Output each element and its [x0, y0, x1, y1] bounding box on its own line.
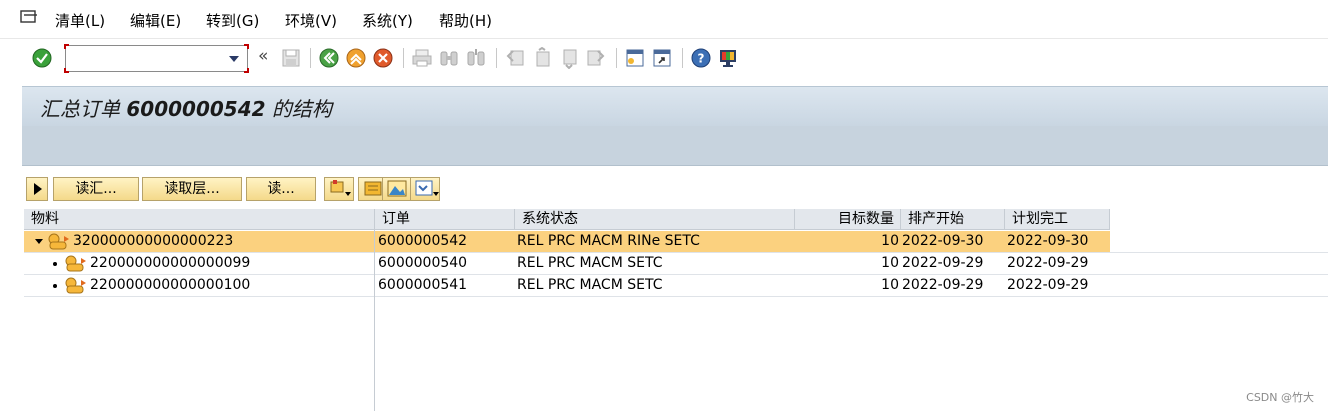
order-icon	[65, 255, 86, 272]
table-row[interactable]: 320000000000000223 6000000542 REL PRC MA…	[24, 231, 1110, 252]
table-row[interactable]: 220000000000000100 6000000541 REL PRC MA…	[24, 275, 1328, 296]
title-order-number: 6000000542	[126, 97, 266, 121]
collapse-icon[interactable]: «	[258, 46, 268, 66]
read-level-button[interactable]: 读取层...	[142, 177, 242, 201]
status-cell: REL PRC MACM RINe SETC	[517, 233, 700, 249]
material-cell: 320000000000000223	[73, 233, 234, 249]
find-next-icon[interactable]	[465, 47, 487, 69]
application-toolbar: 读汇... 读取层... 读...	[22, 172, 1328, 208]
menu-system[interactable]: 系统(Y)	[362, 10, 413, 31]
column-header-system-status[interactable]: 系统状态	[515, 209, 795, 230]
expand-button[interactable]	[26, 177, 48, 201]
order-cell: 6000000540	[378, 255, 468, 271]
finish-cell: 2022-09-29	[1007, 255, 1089, 271]
start-cell: 2022-09-30	[902, 233, 984, 249]
menu-list[interactable]: 清单(L)	[55, 10, 105, 31]
back-icon[interactable]	[318, 47, 340, 69]
order-structure-grid: 物料 订单 系统状态 目标数量 排产开始 计划完工 32000000000000…	[24, 209, 1328, 411]
column-header-sched-start[interactable]: 排产开始	[901, 209, 1005, 230]
last-page-icon[interactable]	[585, 47, 607, 69]
start-cell: 2022-09-29	[902, 277, 984, 293]
start-cell: 2022-09-29	[902, 255, 984, 271]
page-title: 汇总订单 6000000542 的结构	[40, 93, 332, 122]
title-bar: 汇总订单 6000000542 的结构	[22, 86, 1328, 126]
tree-leaf-icon	[53, 284, 57, 288]
row-divider	[24, 296, 1328, 297]
exit-icon[interactable]	[345, 47, 367, 69]
read-button[interactable]: 读...	[246, 177, 316, 201]
confirm-icon[interactable]	[31, 47, 53, 69]
tree-expand-icon[interactable]	[35, 239, 43, 244]
first-page-icon[interactable]	[504, 47, 526, 69]
watermark: CSDN @竹大	[1246, 391, 1314, 404]
menu-help[interactable]: 帮助(H)	[439, 10, 492, 31]
toolbar-separator	[403, 48, 404, 68]
layout-icon	[415, 180, 439, 196]
toolbar-separator	[496, 48, 497, 68]
menu-environment[interactable]: 环境(V)	[285, 10, 337, 31]
order-icon	[48, 233, 69, 250]
column-header-planned-finish[interactable]: 计划完工	[1005, 209, 1110, 230]
toolbar-separator	[310, 48, 311, 68]
qty-cell: 10	[881, 277, 899, 293]
help-icon[interactable]: ?	[690, 47, 712, 69]
previous-page-icon[interactable]	[531, 47, 553, 69]
landscape-icon	[387, 180, 407, 197]
standard-toolbar: « ?	[0, 38, 1328, 76]
menu-goto[interactable]: 转到(G)	[206, 10, 259, 31]
command-field[interactable]	[64, 44, 249, 73]
order-cell: 6000000541	[378, 277, 468, 293]
next-page-icon[interactable]	[558, 47, 580, 69]
qty-cell: 10	[881, 255, 899, 271]
find-icon[interactable]	[438, 47, 460, 69]
hierarchy-button[interactable]	[324, 177, 354, 201]
svg-text:?: ?	[698, 52, 705, 66]
menu-bar: 清单(L) 编辑(E) 转到(G) 环境(V) 系统(Y) 帮助(H)	[0, 0, 1328, 38]
title-prefix: 汇总订单	[40, 97, 120, 121]
status-cell: REL PRC MACM SETC	[517, 255, 663, 271]
new-session-icon[interactable]	[624, 47, 646, 69]
menu-toggle-icon[interactable]	[20, 9, 38, 25]
customize-layout-icon[interactable]	[717, 47, 739, 69]
order-cell: 6000000542	[378, 233, 468, 249]
status-cell: REL PRC MACM SETC	[517, 277, 663, 293]
column-header-material[interactable]: 物料	[24, 209, 375, 230]
column-header-order[interactable]: 订单	[375, 209, 515, 230]
qty-cell: 10	[881, 233, 899, 249]
cancel-icon[interactable]	[372, 47, 394, 69]
read-summary-button[interactable]: 读汇...	[53, 177, 139, 201]
shortcut-icon[interactable]	[651, 47, 673, 69]
title-subbar	[22, 126, 1328, 166]
toolbar-separator	[616, 48, 617, 68]
finish-cell: 2022-09-30	[1007, 233, 1089, 249]
material-cell: 220000000000000099	[90, 255, 251, 271]
menu-edit[interactable]: 编辑(E)	[130, 10, 181, 31]
chevron-down-icon[interactable]	[229, 56, 239, 62]
save-icon[interactable]	[280, 47, 302, 69]
play-icon	[34, 183, 42, 195]
hierarchy-icon	[330, 180, 351, 196]
order-icon	[65, 277, 86, 294]
table-row[interactable]: 220000000000000099 6000000540 REL PRC MA…	[24, 253, 1328, 274]
finish-cell: 2022-09-29	[1007, 277, 1089, 293]
column-header-target-qty[interactable]: 目标数量	[795, 209, 901, 230]
graphic-button[interactable]	[382, 177, 412, 201]
toolbar-separator	[682, 48, 683, 68]
tree-leaf-icon	[53, 262, 57, 266]
material-cell: 220000000000000100	[90, 277, 251, 293]
print-icon[interactable]	[411, 47, 433, 69]
tree-column-divider	[374, 230, 375, 411]
title-suffix: 的结构	[271, 97, 332, 121]
command-input[interactable]	[70, 48, 220, 69]
layout-button[interactable]	[410, 177, 440, 201]
